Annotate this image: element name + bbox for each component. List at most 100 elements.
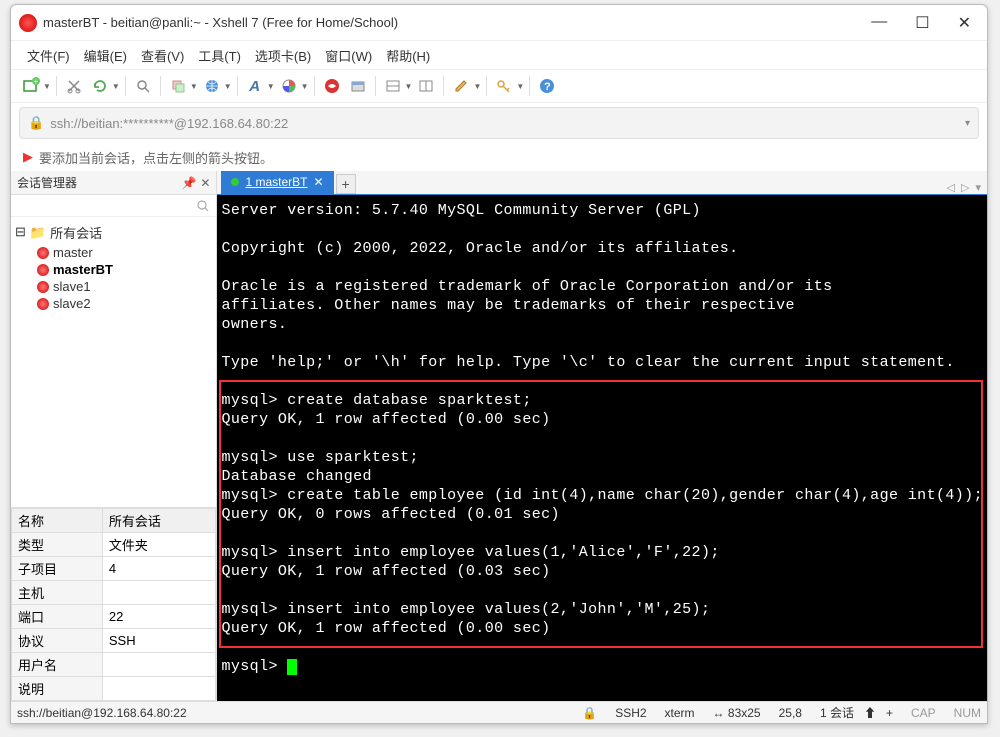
app-window: masterBT - beitian@panli:~ - Xshell 7 (F… — [10, 4, 988, 724]
sidebar-search[interactable] — [11, 195, 216, 217]
prop-key: 主机 — [12, 581, 103, 605]
prop-value — [102, 653, 216, 677]
dropdown-icon[interactable]: ▼ — [267, 82, 275, 91]
svg-text:?: ? — [544, 81, 551, 93]
tab-menu-icon[interactable]: ▾ — [975, 181, 981, 194]
prop-row: 主机 — [12, 581, 216, 605]
dropdown-icon[interactable]: ▼ — [473, 82, 481, 91]
menu-文件(F)[interactable]: 文件(F) — [23, 44, 74, 67]
prop-value — [102, 677, 216, 701]
globe-button[interactable] — [200, 74, 224, 98]
session-label: masterBT — [53, 262, 113, 277]
status-pos: 25,8 — [779, 706, 802, 720]
prop-key: 类型 — [12, 533, 103, 557]
status-protocol: SSH2 — [615, 706, 646, 720]
refresh-button[interactable] — [88, 74, 112, 98]
prop-key: 协议 — [12, 629, 103, 653]
collapse-icon[interactable]: ⊟ — [15, 225, 26, 240]
tab-label: 1 masterBT — [245, 175, 307, 189]
prop-key: 用户名 — [12, 653, 103, 677]
toolbar: + ▼ ▼ ▼ ▼ A ▼ ▼ ▼ ▼ ▼ ? — [11, 69, 987, 103]
address-bar[interactable]: 🔒 ssh://beitian:**********@192.168.64.80… — [19, 107, 979, 139]
menu-查看(V)[interactable]: 查看(V) — [137, 44, 188, 67]
dropdown-icon[interactable]: ▼ — [43, 82, 51, 91]
session-label: slave2 — [53, 296, 91, 311]
tab-close-icon[interactable]: ✕ — [313, 175, 323, 189]
session-icon — [37, 247, 49, 259]
tab-nav: ◁ ▷ ▾ — [947, 181, 987, 194]
menu-工具(T)[interactable]: 工具(T) — [194, 44, 245, 67]
prop-value: 22 — [102, 605, 216, 629]
minimize-button[interactable]: — — [871, 13, 887, 33]
dropdown-icon[interactable]: ▾ — [965, 118, 970, 129]
new-session-button[interactable]: + — [19, 74, 43, 98]
cut-button[interactable] — [62, 74, 86, 98]
sidebar-header: 会话管理器 📌 ✕ — [11, 171, 216, 195]
maximize-button[interactable]: ☐ — [915, 13, 929, 33]
help-button[interactable]: ? — [535, 74, 559, 98]
hint-bar: ▶ 要添加当前会话，点击左侧的箭头按钮。 — [11, 143, 987, 171]
dropdown-icon[interactable]: ▼ — [190, 82, 198, 91]
prop-value: SSH — [102, 629, 216, 653]
menubar: 文件(F) 编辑(E) 查看(V) 工具(T) 选项卡(B) 窗口(W) 帮助(H) — [11, 41, 987, 69]
lock-icon: 🔒 — [582, 706, 597, 720]
xshell-button[interactable] — [320, 74, 344, 98]
sidebar-title: 会话管理器 — [17, 174, 177, 191]
prop-value — [102, 581, 216, 605]
address-text: ssh://beitian:**********@192.168.64.80:2… — [50, 116, 288, 131]
session-icon — [37, 264, 49, 276]
session-item-slave1[interactable]: slave1 — [37, 278, 212, 295]
prop-row: 类型文件夹 — [12, 533, 216, 557]
keys-button[interactable] — [492, 74, 516, 98]
tool1-button[interactable] — [346, 74, 370, 98]
layout1-button[interactable] — [381, 74, 405, 98]
dropdown-icon[interactable]: ▼ — [224, 82, 232, 91]
menu-选项卡(B)[interactable]: 选项卡(B) — [251, 44, 315, 67]
prop-row: 子项目4 — [12, 557, 216, 581]
menu-窗口(W)[interactable]: 窗口(W) — [321, 44, 376, 67]
terminal[interactable]: Server version: 5.7.40 MySQL Community S… — [217, 195, 987, 701]
dropdown-icon[interactable]: ▼ — [301, 82, 309, 91]
session-item-slave2[interactable]: slave2 — [37, 295, 212, 312]
terminal-output: Server version: 5.7.40 MySQL Community S… — [221, 201, 983, 676]
main-area: 1 masterBT ✕ + ◁ ▷ ▾ Server version: 5.7… — [217, 171, 987, 701]
tab-bar: 1 masterBT ✕ + ◁ ▷ ▾ — [217, 171, 987, 195]
prop-value: 文件夹 — [102, 533, 216, 557]
body: 会话管理器 📌 ✕ ⊟ 📁 所有会话 mastermasterBT slave1 s… — [11, 171, 987, 701]
tab-prev-icon[interactable]: ◁ — [947, 181, 955, 194]
layout2-button[interactable] — [414, 74, 438, 98]
folder-icon: 📁 — [30, 225, 46, 241]
prop-row: 端口22 — [12, 605, 216, 629]
search-button[interactable] — [131, 74, 155, 98]
menu-编辑(E)[interactable]: 编辑(E) — [80, 44, 131, 67]
font-button[interactable]: A — [243, 74, 267, 98]
prop-value: 4 — [102, 557, 216, 581]
prop-row: 协议SSH — [12, 629, 216, 653]
session-label: slave1 — [53, 279, 91, 294]
prop-key: 说明 — [12, 677, 103, 701]
close-panel-icon[interactable]: ✕ — [200, 176, 210, 190]
status-sessions: 1 会话 ⬆ + — [820, 704, 893, 721]
pin-icon[interactable]: 📌 — [181, 176, 196, 190]
hint-text: 要添加当前会话，点击左侧的箭头按钮。 — [39, 148, 273, 167]
window-controls: — ☐ ✕ — [871, 13, 971, 33]
tab-masterbt[interactable]: 1 masterBT ✕ — [221, 171, 333, 194]
menu-帮助(H)[interactable]: 帮助(H) — [382, 44, 434, 67]
close-button[interactable]: ✕ — [958, 13, 971, 33]
flag-icon: ▶ — [23, 149, 33, 165]
pencil-button[interactable] — [449, 74, 473, 98]
dropdown-icon[interactable]: ▼ — [405, 82, 413, 91]
session-tree: ⊟ 📁 所有会话 mastermasterBT slave1 slave2 — [11, 217, 216, 507]
status-bar: ssh://beitian@192.168.64.80:22 🔒 SSH2 xt… — [11, 701, 987, 723]
session-item-masterBT[interactable]: masterBT — [37, 261, 212, 278]
copy-button[interactable] — [166, 74, 190, 98]
svg-text:+: + — [34, 77, 39, 86]
dropdown-icon[interactable]: ▼ — [112, 82, 120, 91]
new-tab-button[interactable]: + — [336, 174, 356, 194]
dropdown-icon[interactable]: ▼ — [516, 82, 524, 91]
prop-row: 说明 — [12, 677, 216, 701]
tab-next-icon[interactable]: ▷ — [961, 181, 969, 194]
color-button[interactable] — [277, 74, 301, 98]
session-item-master[interactable]: master — [37, 244, 212, 261]
tree-root[interactable]: ⊟ 📁 所有会话 — [15, 223, 212, 242]
